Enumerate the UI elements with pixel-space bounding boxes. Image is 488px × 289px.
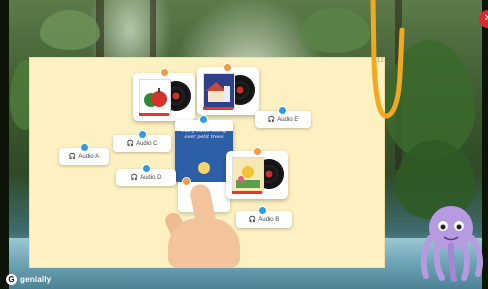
game-stage: 12 Fairy dusts Going over petit trees 🎧 … — [0, 0, 488, 289]
brand-name: genially — [20, 275, 52, 284]
genially-logo-icon: G — [6, 274, 17, 285]
octopus-icon — [420, 206, 483, 282]
genially-logo[interactable]: G genially — [6, 274, 51, 285]
close-icon: ✕ — [483, 13, 488, 24]
